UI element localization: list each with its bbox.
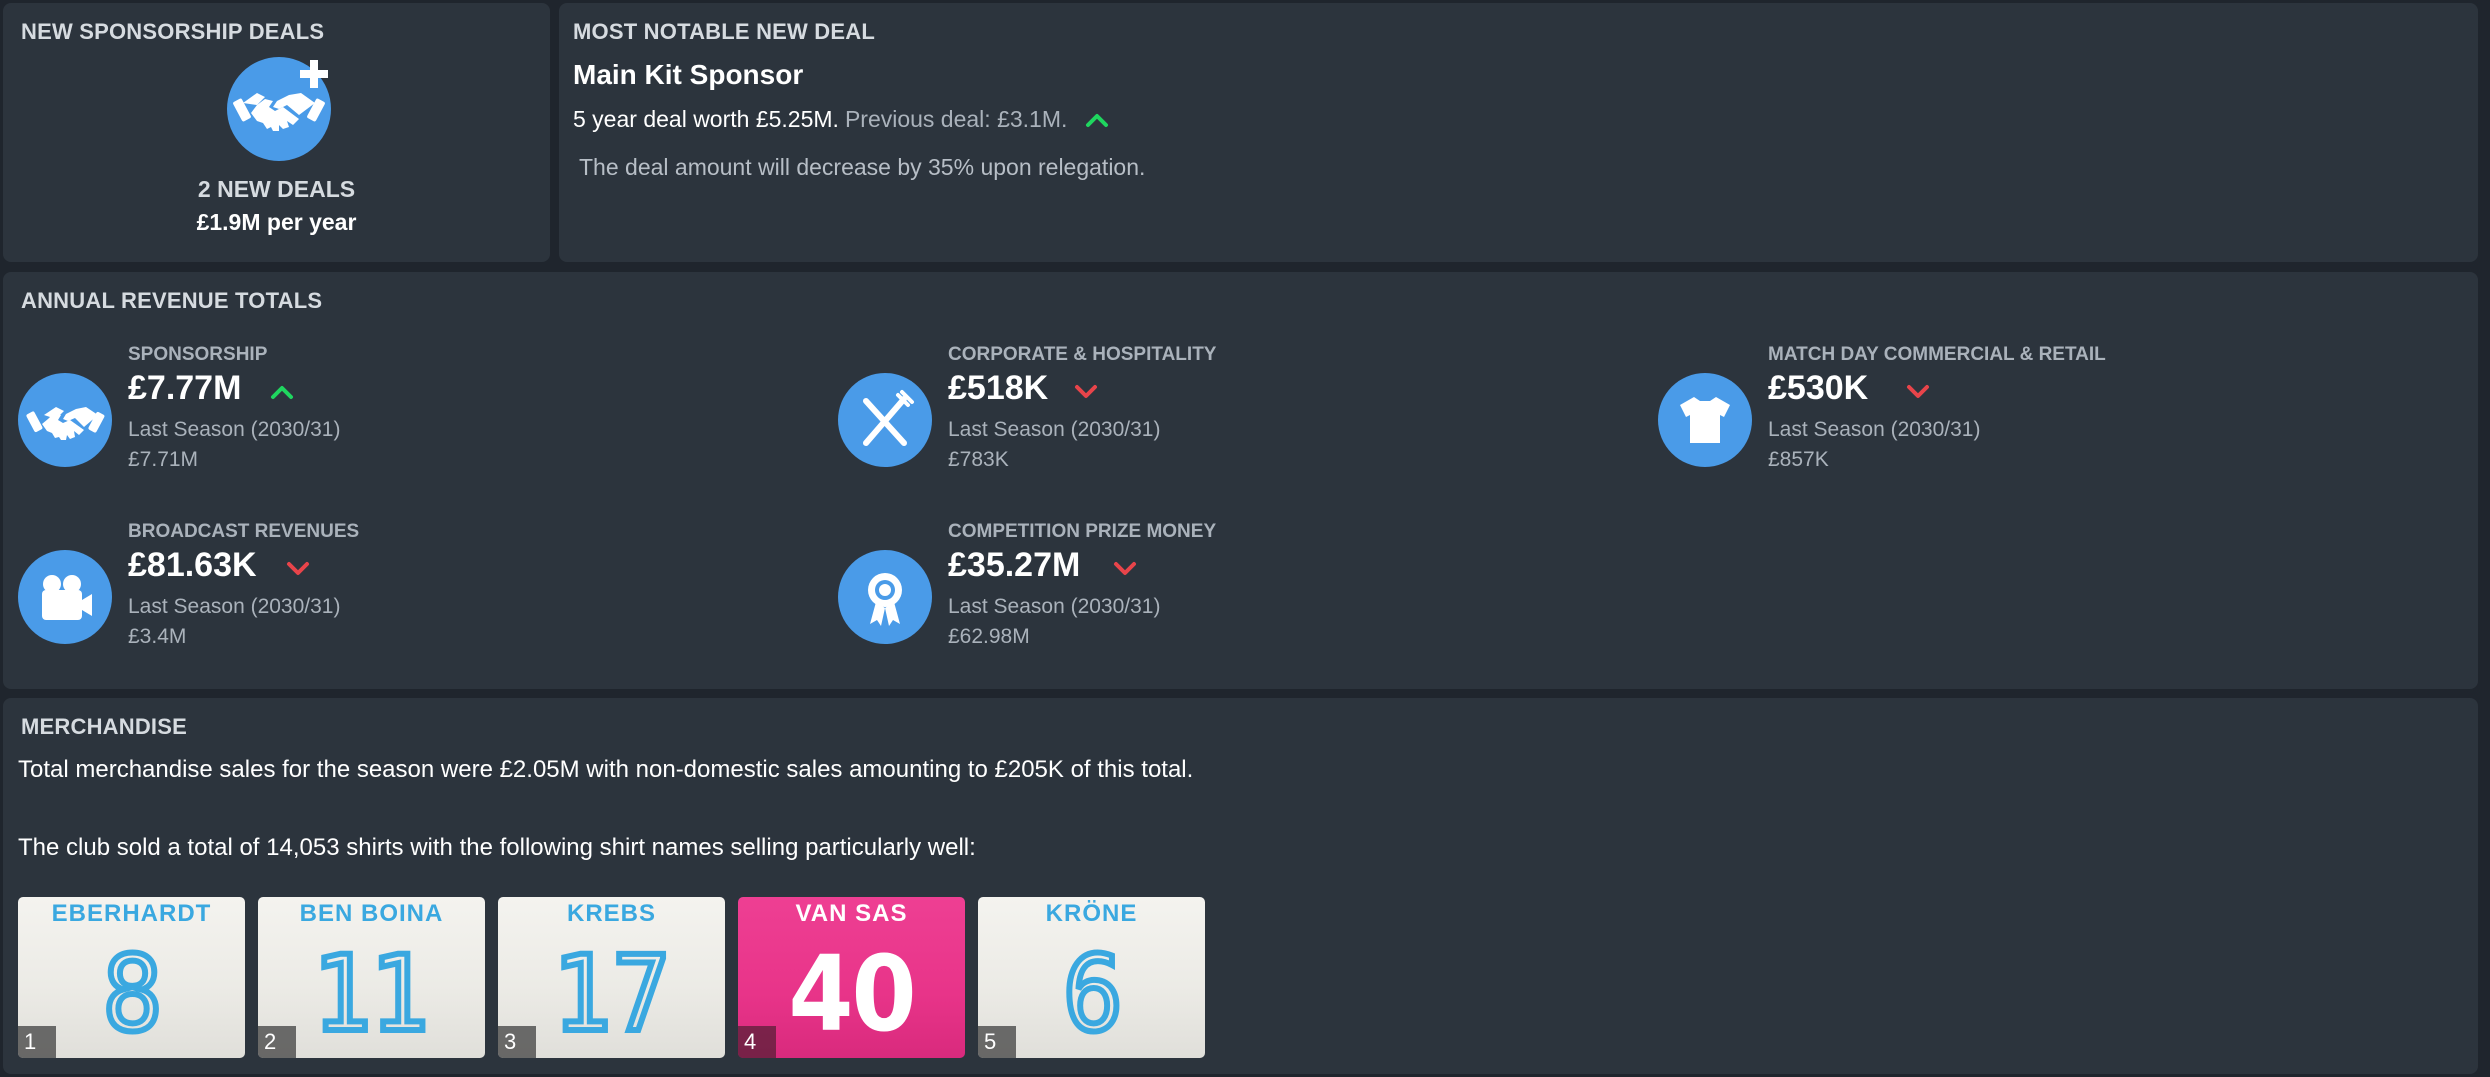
merchandise-panel: MERCHANDISE Total merchandise sales for … [3, 698, 2478, 1074]
trend-down-icon [1074, 384, 1098, 405]
last-season-label: Last Season (2030/31) [128, 595, 341, 618]
shirt-rank: 5 [978, 1026, 1016, 1058]
shirt-rank: 3 [498, 1026, 536, 1058]
shirts-intro: The club sold a total of 14,053 shirts w… [18, 834, 976, 861]
revenue-value: £81.63K [128, 546, 257, 584]
new-deals-count: 2 NEW DEALS [197, 176, 356, 202]
shirt-rank: 2 [258, 1026, 296, 1058]
revenue-value: £7.77M [128, 369, 242, 407]
revenue-value: £518K [948, 369, 1049, 407]
revenue-item-match-day-retail: MATCH DAY COMMERCIAL & RETAIL £530K Last… [1643, 344, 2443, 474]
last-season-value: £783K [948, 448, 1009, 471]
previous-deal: Previous deal: £3.1M. [844, 106, 1068, 132]
last-season-label: Last Season (2030/31) [948, 595, 1161, 618]
shirt-card[interactable]: VAN SAS 40 4 [738, 897, 965, 1058]
trend-down-icon [1113, 561, 1137, 582]
shirt-name: BEN BOINA [299, 900, 444, 927]
last-season-value: £3.4M [128, 625, 187, 648]
relegation-note: The deal amount will decrease by 35% upo… [579, 154, 1146, 180]
trend-up-icon [270, 384, 294, 405]
shirt-card[interactable]: BEN BOINA 11 2 [258, 897, 485, 1058]
last-season-value: £7.71M [128, 448, 199, 471]
revenue-item-prize-money: COMPETITION PRIZE MONEY £35.27M Last Sea… [823, 521, 1623, 651]
last-season-label: Last Season (2030/31) [948, 418, 1161, 441]
plus-icon [297, 57, 331, 91]
shirt-card[interactable]: KRÖNE 6 5 [978, 897, 1205, 1058]
revenue-label: BROADCAST REVENUES [128, 521, 360, 542]
shirt-name: KREBS [566, 900, 656, 927]
shirt-rank: 4 [738, 1026, 776, 1058]
last-season-value: £857K [1768, 448, 1829, 471]
revenue-item-sponsorship: SPONSORSHIP £7.77M Last Season (2030/31)… [3, 344, 803, 474]
revenue-item-broadcast: BROADCAST REVENUES £81.63K Last Season (… [3, 521, 803, 651]
deal-summary: 5 year deal worth £5.25M. Previous deal: … [573, 106, 1109, 134]
panel-title: MOST NOTABLE NEW DEAL [573, 19, 875, 44]
trend-up-icon [1085, 107, 1109, 134]
last-season-value: £62.98M [948, 625, 1030, 648]
handshake-icon [18, 373, 112, 467]
revenue-item-corporate-hospitality: CORPORATE & HOSPITALITY £518K Last Seaso… [823, 344, 1623, 474]
shirt-card[interactable]: EBERHARDT 8 1 [18, 897, 245, 1058]
cutlery-icon [838, 373, 932, 467]
revenue-value: £35.27M [948, 546, 1081, 584]
deal-name: Main Kit Sponsor [573, 59, 804, 90]
most-notable-deal-panel: MOST NOTABLE NEW DEAL Main Kit Sponsor 5… [559, 3, 2478, 262]
video-camera-icon [18, 550, 112, 644]
panel-title: NEW SPONSORSHIP DEALS [21, 19, 325, 44]
shirt-card[interactable]: KREBS 17 3 [498, 897, 725, 1058]
shirt-name: EBERHARDT [51, 900, 212, 927]
last-season-label: Last Season (2030/31) [128, 418, 341, 441]
revenue-label: MATCH DAY COMMERCIAL & RETAIL [1768, 344, 2106, 365]
revenue-label: COMPETITION PRIZE MONEY [948, 521, 1217, 542]
trend-down-icon [286, 561, 310, 582]
panel-title: ANNUAL REVENUE TOTALS [21, 288, 323, 313]
shirt-rank: 1 [18, 1026, 56, 1058]
new-sponsorship-deals-panel: NEW SPONSORSHIP DEALS 2 NEW DEALS £1.9M … [3, 3, 550, 262]
annual-revenue-panel: ANNUAL REVENUE TOTALS SPONSORSHIP £7.77M… [3, 272, 2478, 689]
shirt-name: VAN SAS [795, 900, 908, 927]
merchandise-summary: Total merchandise sales for the season w… [18, 756, 1194, 783]
last-season-label: Last Season (2030/31) [1768, 418, 1981, 441]
panel-title: MERCHANDISE [21, 714, 187, 739]
revenue-label: CORPORATE & HOSPITALITY [948, 344, 1217, 365]
trend-down-icon [1906, 384, 1930, 405]
shirt-name: KRÖNE [1045, 900, 1138, 927]
shirt-icon [1658, 373, 1752, 467]
revenue-label: SPONSORSHIP [128, 344, 268, 365]
deals-per-year: £1.9M per year [196, 209, 357, 235]
award-ribbon-icon [838, 550, 932, 644]
deal-worth: 5 year deal worth £5.25M. [573, 106, 839, 132]
revenue-value: £530K [1768, 369, 1869, 407]
